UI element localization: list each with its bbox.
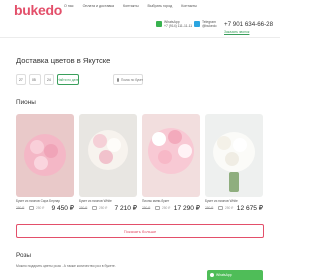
cart-icon[interactable]: [92, 206, 97, 210]
find-by-date-button[interactable]: Найти по дате: [57, 74, 79, 85]
search-field[interactable]: [113, 74, 143, 85]
date-filter: 27 05 24 Найти по дате: [16, 74, 79, 85]
product-price: 9 450 ₽: [51, 205, 74, 212]
product-old-price-b: 250 ₽: [162, 206, 171, 210]
year-select[interactable]: 24: [44, 74, 54, 85]
nav-item-contacts[interactable]: Контакты: [123, 4, 139, 8]
product-old-price-b: 250 ₽: [99, 206, 108, 210]
section-title: Пионы: [16, 99, 36, 106]
search-input[interactable]: [121, 77, 143, 82]
telegram-line2: @bukedo: [202, 23, 217, 28]
product-image[interactable]: [16, 114, 74, 197]
whatsapp-widget-label: WhatsApp: [216, 273, 232, 277]
site-header: bukedo О нас Оплата и доставка Контакты …: [0, 0, 280, 38]
product-price: 7 210 ₽: [114, 205, 137, 212]
phone-number[interactable]: +7 901 634-66-28: [224, 21, 273, 28]
show-more-button[interactable]: Показать больше: [16, 224, 264, 238]
whatsapp-icon: [210, 273, 214, 277]
roses-section-title: Розы: [16, 252, 31, 259]
product-old-price-b: 250 ₽: [36, 206, 45, 210]
telegram-contact[interactable]: Telegram @bukedo: [194, 20, 217, 29]
product-image[interactable]: [79, 114, 137, 197]
nav-item-contacts-2[interactable]: Контакты: [181, 4, 197, 8]
callback-link[interactable]: Заказать звонок: [224, 30, 249, 34]
product-name: Букет из пионов White: [205, 199, 238, 203]
nav-item-city[interactable]: Выбрать город: [148, 4, 173, 8]
cart-icon[interactable]: [218, 206, 223, 210]
day-select[interactable]: 27: [16, 74, 26, 85]
telegram-icon: [194, 21, 200, 27]
product-price: 12 675 ₽: [236, 205, 263, 212]
product-old-price: 250 ₽: [79, 206, 88, 210]
whatsapp-contact[interactable]: WhatsApp +7 (914) 111-11-11: [156, 20, 193, 29]
whatsapp-chat-widget[interactable]: WhatsApp: [207, 270, 263, 280]
product-card[interactable]: Пионы мини-букет 250 ₽ 250 ₽ 17 290 ₽: [142, 114, 200, 218]
product-card[interactable]: Букет из пионов White 250 ₽ 250 ₽ 7 210 …: [79, 114, 137, 218]
product-name: Букет из пионов Сара Бернар: [16, 199, 61, 203]
whatsapp-line2: +7 (914) 111-11-11: [164, 23, 193, 28]
cart-icon[interactable]: [29, 206, 34, 210]
product-old-price: 250 ₽: [142, 206, 151, 210]
whatsapp-icon: [156, 21, 162, 27]
product-old-price-b: 250 ₽: [225, 206, 234, 210]
search-icon: [117, 77, 119, 82]
top-nav: О нас Оплата и доставка Контакты Выбрать…: [64, 4, 197, 8]
roses-description: Можно подарить цветы роза . А также коли…: [16, 264, 116, 268]
product-name: Букет из пионов White: [79, 199, 112, 203]
product-price: 17 290 ₽: [173, 205, 200, 212]
product-card[interactable]: Букет из пионов Сара Бернар 250 ₽ 250 ₽ …: [16, 114, 74, 218]
nav-item-delivery[interactable]: Оплата и доставка: [83, 4, 114, 8]
site-logo[interactable]: bukedo: [14, 2, 62, 18]
product-image[interactable]: [205, 114, 263, 197]
product-card[interactable]: Букет из пионов White 250 ₽ 250 ₽ 12 675…: [205, 114, 263, 218]
product-name: Пионы мини-букет: [142, 199, 170, 203]
product-image[interactable]: [142, 114, 200, 197]
page-title: Доставка цветов в Якутске: [16, 56, 111, 65]
nav-item-about[interactable]: О нас: [64, 4, 74, 8]
month-select[interactable]: 05: [29, 74, 41, 85]
cart-icon[interactable]: [155, 206, 160, 210]
product-old-price: 250 ₽: [205, 206, 214, 210]
product-grid: Букет из пионов Сара Бернар 250 ₽ 250 ₽ …: [16, 114, 264, 218]
product-old-price: 250 ₽: [16, 206, 25, 210]
